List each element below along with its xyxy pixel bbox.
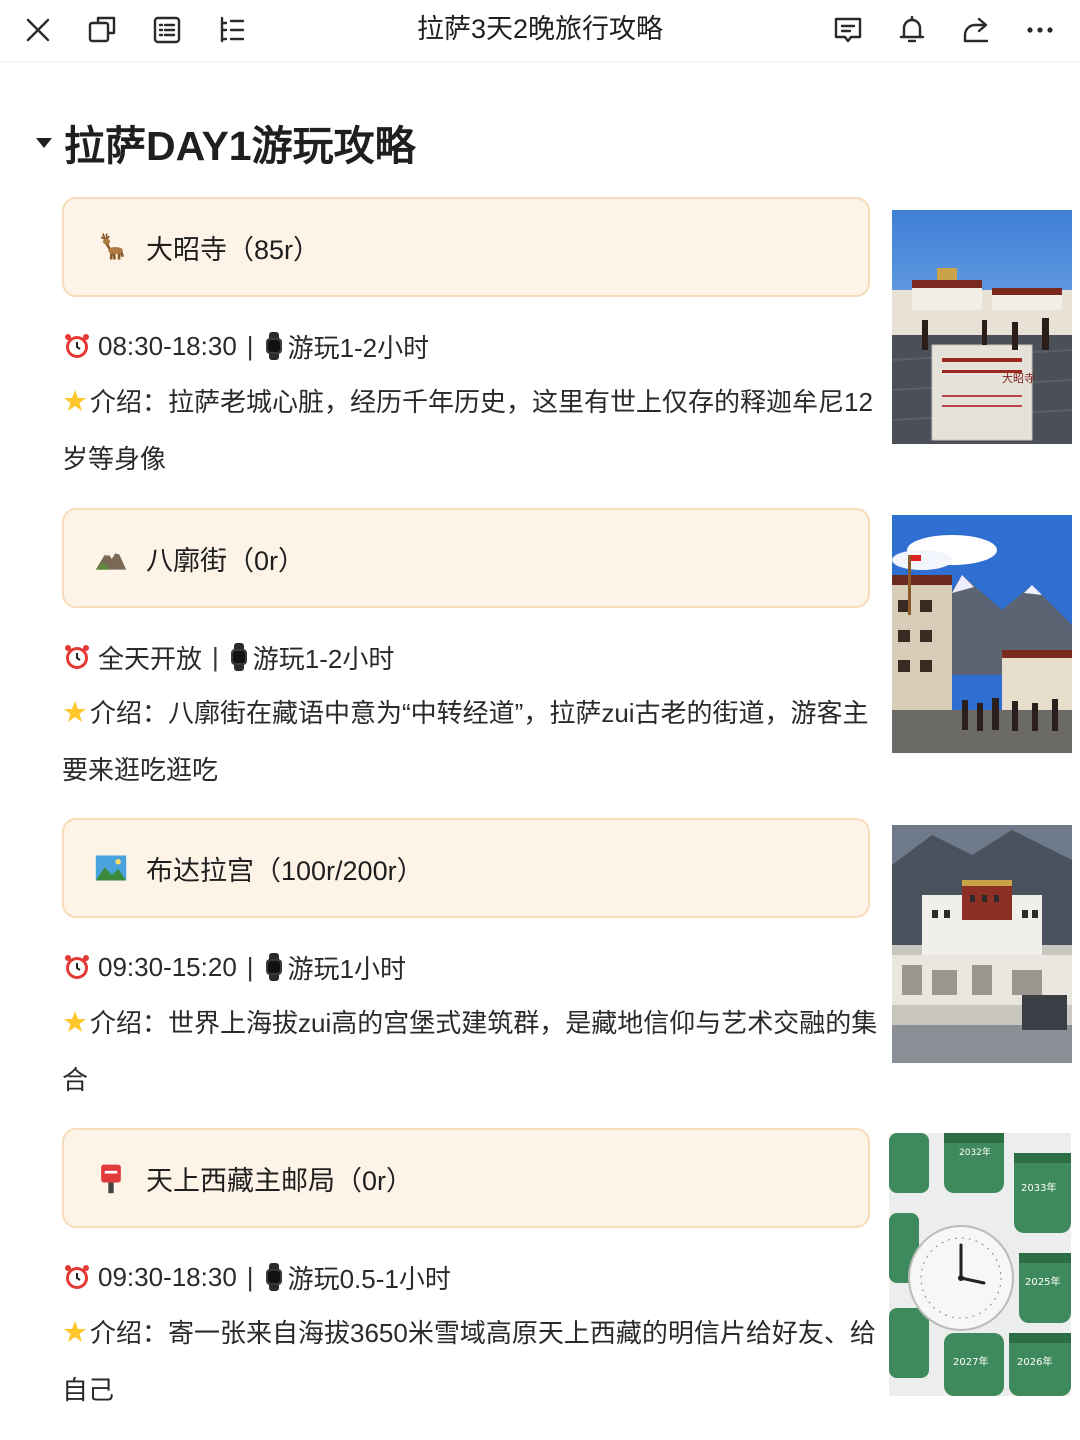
spot-hours: 09:30-15:20 [98, 951, 237, 982]
spot-hours-line: 全天开放 | 游玩1-2小时 [62, 637, 394, 677]
document-title: 拉萨3天2晚旅行攻略 [416, 14, 664, 44]
spot-hours: 08:30-18:30 [98, 330, 237, 361]
spot-name: 八廓街（0r） [146, 545, 306, 576]
spot-hours-line: 09:30-18:30 | 游玩0.5-1小时 [62, 1257, 451, 1297]
mailbox-year: 2032年 [959, 1146, 991, 1158]
comment-icon[interactable] [828, 10, 868, 50]
spot-desc-text: 介绍：寄一张来自海拔3650米雪域高原天上西藏的明信片给好友、给自己 [62, 1318, 876, 1405]
spot-desc-text: 介绍：八廓街在藏语中意为“中转经道”，拉萨zui古老的街道，游客主要来逛吃逛吃 [62, 698, 869, 785]
watch-icon [265, 332, 282, 360]
bell-icon[interactable] [892, 10, 932, 50]
divider: | [246, 1261, 254, 1292]
outline-icon[interactable] [212, 10, 252, 50]
section-heading[interactable]: 拉萨DAY1游玩攻略 [36, 110, 416, 174]
spot-name: 大昭寺（85r） [146, 234, 321, 265]
spot-duration: 游玩1-2小时 [252, 643, 395, 674]
top-toolbar: 拉萨3天2晚旅行攻略 [0, 0, 1080, 62]
spot-hours-line: 08:30-18:30 | 游玩1-2小时 [62, 326, 429, 366]
spot-description: 介绍：八廓街在藏语中意为“中转经道”，拉萨zui古老的街道，游客主要来逛吃逛吃 [62, 685, 878, 799]
spot-name: 天上西藏主邮局（0r） [146, 1165, 414, 1196]
spot-hours-line: 09:30-15:20 | 游玩1小时 [62, 947, 406, 987]
spot-description: 介绍：拉萨老城心脏，经历千年历史，这里有世上仅存的释迦牟尼12岁等身像 [62, 374, 878, 488]
spot-hours: 09:30-18:30 [98, 1261, 237, 1292]
landscape-icon [92, 849, 130, 887]
mailbox-year: 2025年 [1025, 1275, 1060, 1288]
jokhang-temple-photo[interactable]: 大昭寺 [892, 210, 1072, 444]
more-icon[interactable] [1020, 10, 1060, 50]
spot-description: 介绍：寄一张来自海拔3650米雪域高原天上西藏的明信片给好友、给自己 [62, 1305, 878, 1419]
spot-name: 布达拉宫（100r/200r） [146, 855, 424, 886]
post-office-photo[interactable]: 2033年 2032年 2025年 2026年 2027年 [889, 1133, 1071, 1396]
star-icon [64, 701, 86, 722]
watch-icon [265, 1263, 282, 1291]
close-icon[interactable] [18, 10, 58, 50]
potala-palace-photo[interactable] [892, 825, 1072, 1063]
window-icon[interactable] [82, 10, 122, 50]
spot-callout-2: 八廓街（0r） [62, 508, 870, 608]
alarm-clock-icon [65, 645, 89, 669]
sign-text: 大昭寺 [1002, 371, 1035, 385]
mountain-icon [92, 539, 130, 577]
alarm-clock-icon [65, 955, 89, 979]
star-icon [64, 1011, 86, 1032]
spot-description: 介绍：世界上海拔zui高的宫堡式建筑群，是藏地信仰与艺术交融的集合 [62, 995, 878, 1109]
alarm-clock-icon [65, 1265, 89, 1289]
list-icon[interactable] [147, 10, 187, 50]
watch-icon [230, 643, 247, 671]
share-icon[interactable] [956, 10, 996, 50]
mailbox-year: 2027年 [953, 1355, 988, 1368]
divider: | [246, 330, 254, 361]
spot-hours: 全天开放 [98, 643, 203, 674]
spot-duration: 游玩0.5-1小时 [287, 1263, 451, 1294]
barkhor-street-photo[interactable] [892, 515, 1072, 753]
watch-icon [265, 953, 282, 981]
divider: | [246, 951, 254, 982]
section-heading-text: 拉萨DAY1游玩攻略 [64, 123, 416, 169]
mailbox-year: 2026年 [1017, 1355, 1052, 1368]
spot-desc-text: 介绍：拉萨老城心脏，经历千年历史，这里有世上仅存的释迦牟尼12岁等身像 [62, 387, 873, 474]
deer-icon [92, 228, 130, 266]
mailbox-year: 2033年 [1021, 1181, 1056, 1194]
spot-duration: 游玩1小时 [287, 953, 407, 984]
spot-callout-4: 天上西藏主邮局（0r） [62, 1128, 870, 1228]
spot-desc-text: 介绍：世界上海拔zui高的宫堡式建筑群，是藏地信仰与艺术交融的集合 [62, 1008, 878, 1095]
star-icon [64, 390, 86, 411]
spot-duration: 游玩1-2小时 [287, 332, 430, 363]
spot-callout-3: 布达拉宫（100r/200r） [62, 818, 870, 918]
star-icon [64, 1321, 86, 1342]
postbox-icon [92, 1159, 130, 1197]
divider: | [212, 641, 219, 672]
collapse-caret-icon[interactable] [36, 138, 52, 148]
spot-callout-1: 大昭寺（85r） [62, 197, 870, 297]
alarm-clock-icon [65, 334, 89, 358]
